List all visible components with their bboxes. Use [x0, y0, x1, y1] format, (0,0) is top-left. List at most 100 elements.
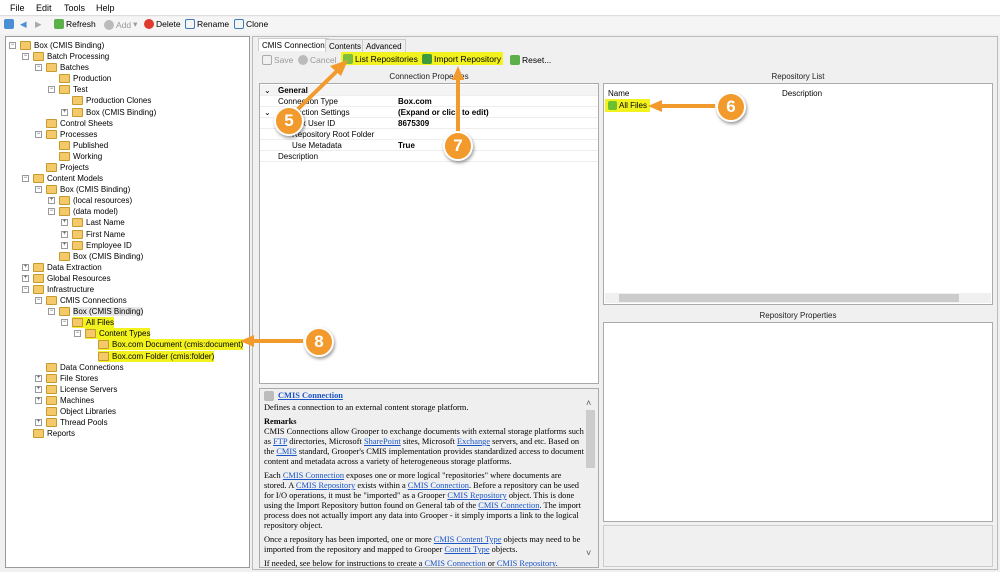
tree-node[interactable]: License Servers [46, 384, 117, 395]
tree-node[interactable]: Object Libraries [46, 406, 116, 417]
expand-icon[interactable]: + [61, 219, 68, 227]
add-button[interactable]: Add ▾ [104, 19, 137, 30]
property-row[interactable]: Box User ID 8675309 [260, 118, 598, 129]
node-tree[interactable]: Box (CMIS Binding) − Batch Processing − Batc… [5, 36, 250, 568]
back-button[interactable]: ◀ [20, 19, 27, 30]
collapse-icon[interactable]: − [22, 53, 29, 61]
forward-button[interactable]: ▶ [35, 19, 42, 30]
help-link[interactable]: SharePoint [364, 437, 401, 446]
cancel-button[interactable]: Cancel [298, 55, 336, 65]
menu-edit[interactable]: Edit [36, 3, 52, 13]
tree-node[interactable]: File Stores [46, 373, 98, 384]
tree-node[interactable]: (local resources) [59, 195, 132, 206]
scroll-up-icon[interactable]: ˄ [586, 398, 598, 408]
help-link[interactable]: Exchange [457, 437, 490, 446]
property-value[interactable]: 8675309 [398, 119, 429, 128]
collapse-icon[interactable]: − [9, 42, 16, 49]
collapse-icon[interactable]: − [48, 86, 55, 94]
scroll-down-icon[interactable]: ˅ [586, 548, 591, 558]
tab-advanced[interactable]: Advanced [362, 39, 406, 52]
tree-node[interactable]: Global Resources [33, 273, 111, 284]
tree-node[interactable]: First Name [72, 229, 125, 240]
help-link[interactable]: CMIS [276, 447, 296, 456]
tree-node[interactable]: Box (CMIS Binding) [72, 107, 156, 118]
menu-help[interactable]: Help [96, 3, 115, 13]
tree-node[interactable]: Infrastructure [33, 284, 94, 295]
rename-button[interactable]: Rename [185, 19, 229, 29]
property-group-general[interactable]: ⌄ General [260, 85, 598, 96]
repository-properties-grid[interactable] [603, 322, 993, 522]
tree-node[interactable]: Production Clones [72, 95, 151, 106]
tree-node[interactable]: All Files [72, 317, 115, 329]
delete-button[interactable]: Delete [144, 19, 181, 29]
collapse-icon[interactable]: − [35, 64, 42, 72]
expand-icon[interactable]: + [48, 197, 55, 205]
property-value[interactable]: (Expand or click to edit) [398, 108, 489, 117]
tree-node[interactable]: Batch Processing [33, 51, 109, 62]
tree-node[interactable]: Reports [33, 428, 75, 439]
help-link[interactable]: CMIS Repository [447, 491, 506, 500]
tree-node[interactable]: Last Name [72, 217, 125, 228]
expand-icon[interactable]: + [61, 108, 68, 116]
scrollbar-thumb[interactable] [586, 410, 595, 468]
collapse-icon[interactable]: − [48, 208, 55, 216]
column-header-name[interactable]: Name [608, 89, 629, 98]
help-link[interactable]: CMIS Connection [283, 471, 344, 480]
property-row[interactable]: Use Metadata True [260, 140, 598, 151]
menu-tools[interactable]: Tools [64, 3, 85, 13]
tree-node[interactable]: Box (CMIS Binding) [59, 306, 144, 317]
help-link[interactable]: CMIS Connection [424, 559, 485, 567]
column-header-description[interactable]: Description [782, 89, 822, 98]
expand-icon[interactable]: + [22, 274, 29, 282]
tree-node[interactable]: Content Models [33, 173, 103, 184]
clone-button[interactable]: Clone [234, 19, 268, 29]
tree-node[interactable]: Projects [46, 162, 89, 173]
tree-node[interactable]: Machines [46, 395, 94, 406]
tree-node[interactable]: Data Connections [46, 362, 124, 373]
collapse-icon[interactable]: − [61, 319, 68, 327]
help-link[interactable]: CMIS Connection [408, 481, 469, 490]
save-button[interactable]: Save [262, 55, 293, 65]
property-value[interactable]: True [398, 141, 415, 150]
tree-node[interactable]: Box (CMIS Binding) [59, 251, 143, 262]
tree-node[interactable]: Processes [46, 129, 97, 140]
tab-cmis-connection[interactable]: CMIS Connection [258, 38, 329, 51]
help-link[interactable]: Content Type [444, 545, 489, 554]
property-row[interactable]: Connection Type Box.com [260, 96, 598, 107]
property-row[interactable]: ⌄ Connection Settings (Expand or click to … [260, 107, 598, 118]
tree-node[interactable]: Working [59, 151, 102, 162]
tree-node[interactable]: Thread Pools [46, 417, 108, 428]
help-link[interactable]: CMIS Content Type [434, 535, 502, 544]
property-row[interactable]: Repository Root Folder [260, 129, 598, 140]
expand-icon[interactable]: + [35, 396, 42, 404]
collapse-icon[interactable]: − [35, 186, 42, 194]
tab-contents[interactable]: Contents [325, 39, 366, 52]
expand-icon[interactable]: + [35, 374, 42, 382]
tree-node[interactable]: CMIS Connections [46, 295, 127, 306]
tree-node[interactable]: Box.com Folder (cmis:folder) [98, 350, 215, 362]
help-scrollbar[interactable]: ˄ ˅ [586, 398, 598, 558]
import-repository-button[interactable]: Import Repository [420, 52, 504, 65]
refresh-button[interactable]: Refresh [54, 19, 96, 29]
list-repositories-button[interactable]: List Repositories [341, 52, 420, 65]
help-title-link[interactable]: CMIS Connection [278, 391, 343, 401]
tree-node[interactable]: Published [59, 140, 108, 151]
tree-node[interactable]: Box (CMIS Binding) [46, 184, 130, 195]
tree-node[interactable]: Production [59, 73, 111, 84]
property-value[interactable]: Box.com [398, 97, 432, 106]
help-link[interactable]: CMIS Repository [296, 481, 355, 490]
collapse-icon[interactable]: − [74, 330, 81, 338]
tree-node[interactable]: Control Sheets [46, 118, 113, 129]
scrollbar-thumb[interactable] [619, 294, 959, 302]
tree-node[interactable]: Test [59, 84, 88, 95]
collapse-icon[interactable]: − [22, 175, 29, 183]
expand-icon[interactable]: + [22, 263, 29, 271]
repository-item[interactable]: All Files [605, 99, 651, 112]
collapse-icon[interactable]: − [35, 130, 42, 138]
tree-node[interactable]: Box.com Document (cmis:document) [98, 339, 244, 351]
help-link[interactable]: CMIS Repository [497, 559, 556, 567]
expand-icon[interactable]: + [35, 419, 42, 427]
expand-icon[interactable]: + [61, 230, 68, 238]
tree-node[interactable]: Content Types [85, 328, 151, 340]
tree-node[interactable]: Box (CMIS Binding) [20, 40, 104, 51]
